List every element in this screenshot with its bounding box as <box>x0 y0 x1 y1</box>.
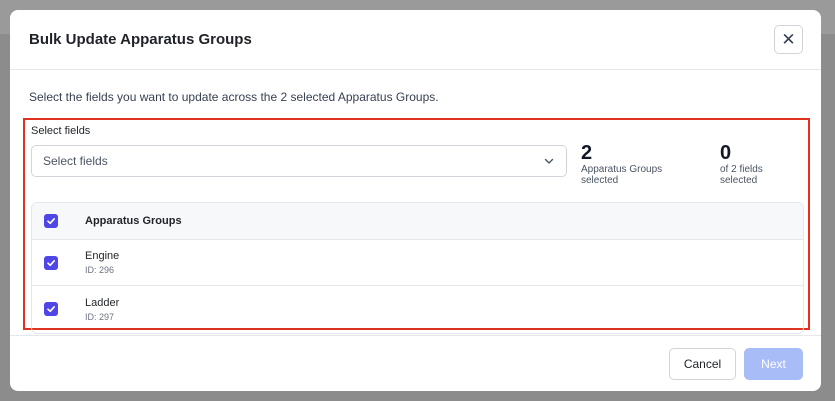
modal-body: Select the fields you want to update acr… <box>10 70 821 334</box>
select-fields-dropdown[interactable]: Select fields <box>31 145 567 177</box>
row-checkbox[interactable] <box>44 255 58 270</box>
table-header: Apparatus Groups <box>32 203 803 240</box>
selection-panel: Select fields Select fields 2 Apparatus … <box>23 118 810 334</box>
modal-title: Bulk Update Apparatus Groups <box>29 31 252 48</box>
bulk-update-modal: Bulk Update Apparatus Groups ✕ Select th… <box>10 10 821 391</box>
cancel-button[interactable]: Cancel <box>669 347 736 380</box>
apparatus-groups-table: Apparatus Groups Engine ID: 296 Ladder I… <box>31 202 804 334</box>
close-icon: ✕ <box>781 30 796 49</box>
row-checkbox[interactable] <box>44 302 58 316</box>
intro-text: Select the fields you want to update acr… <box>29 90 439 104</box>
chevron-down-icon <box>544 158 554 164</box>
select-row: Select fields 2 Apparatus Groups selecte… <box>31 142 802 186</box>
select-fields-placeholder: Select fields <box>43 154 108 168</box>
row-id: ID: 296 <box>85 265 115 275</box>
next-button[interactable]: Next <box>744 347 803 380</box>
check-icon <box>47 306 55 313</box>
stat-fields-count: 0 <box>719 142 732 164</box>
check-icon <box>47 218 55 225</box>
select-all-checkbox[interactable] <box>44 214 58 228</box>
select-fields-label: Select fields <box>31 125 91 137</box>
row-name: Engine <box>85 250 120 262</box>
table-row: Ladder ID: 297 <box>32 286 803 332</box>
row-cell: Ladder ID: 297 <box>85 297 119 322</box>
stat-groups-count: 2 <box>580 142 593 164</box>
row-name: Ladder <box>85 296 120 309</box>
stat-fields-label: of 2 fields selected <box>719 164 763 186</box>
stat-fields-selected: 0 of 2 fields selected <box>719 142 802 186</box>
modal-footer: Cancel Next <box>10 335 821 391</box>
table-header-label: Apparatus Groups <box>85 215 182 227</box>
check-icon <box>47 259 55 266</box>
stat-groups-label: Apparatus Groups selected <box>580 164 663 186</box>
row-cell: Engine ID: 296 <box>85 250 119 275</box>
stat-groups-selected: 2 Apparatus Groups selected <box>580 142 701 186</box>
row-id: ID: 297 <box>85 311 115 322</box>
table-row: Engine ID: 296 <box>32 240 803 286</box>
modal-header: Bulk Update Apparatus Groups ✕ <box>10 10 821 70</box>
close-button[interactable]: ✕ <box>774 25 803 54</box>
